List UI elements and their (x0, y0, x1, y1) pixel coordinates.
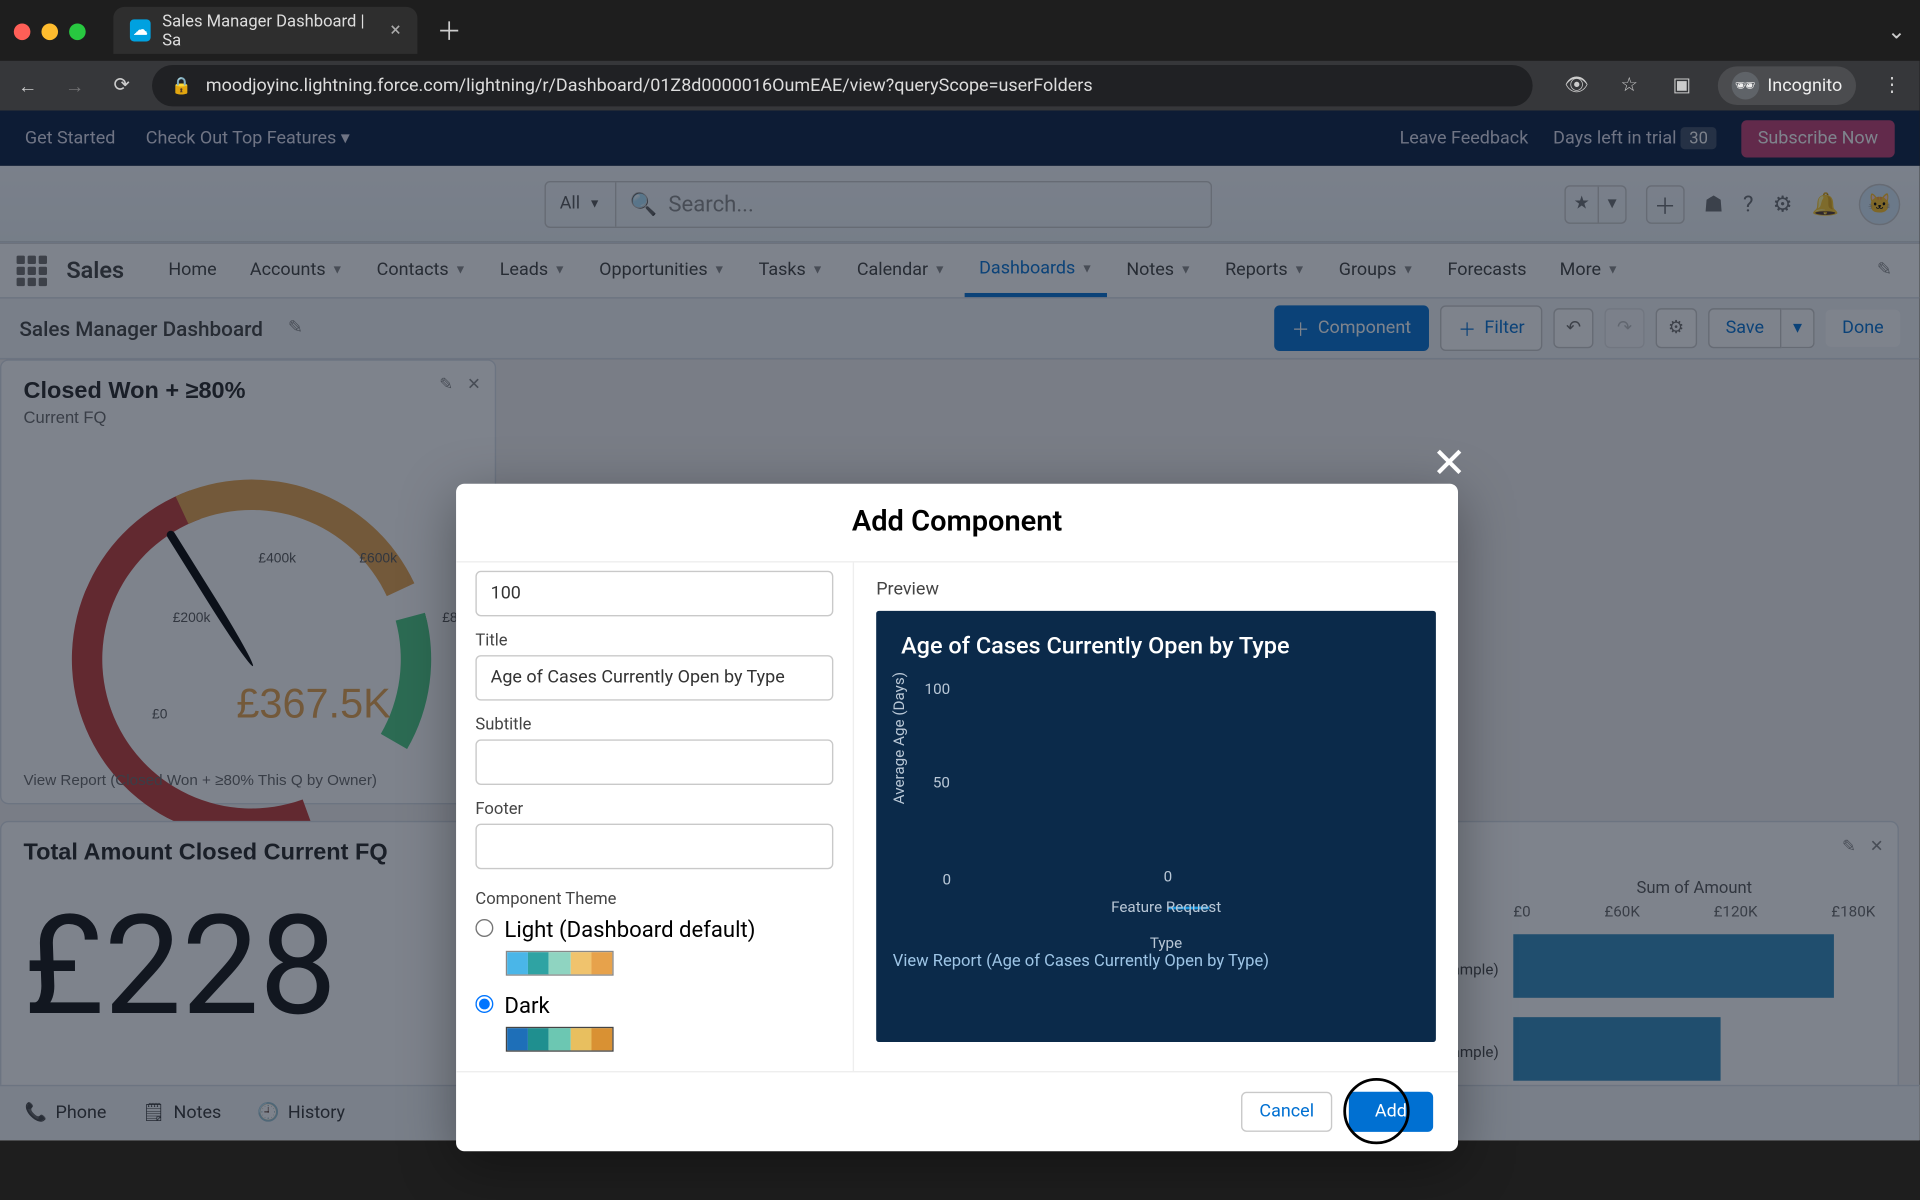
x-axis-label: Type (1150, 934, 1182, 952)
incognito-icon: 🕶 (1731, 72, 1759, 100)
light-palette-icon (506, 951, 614, 976)
preview-view-report-link[interactable]: View Report (Age of Cases Currently Open… (893, 951, 1269, 970)
y-tick: 100 (925, 680, 951, 698)
theme-label: Component Theme (475, 889, 833, 908)
modal-footer: Cancel Add (456, 1071, 1458, 1151)
incognito-label: Incognito (1767, 75, 1842, 96)
new-tab-button[interactable]: ＋ (437, 12, 462, 48)
theme-light-radio[interactable]: Light (Dashboard default) (475, 916, 833, 942)
dark-palette-icon (506, 1027, 614, 1052)
modal-title: Add Component (456, 484, 1458, 563)
traffic-lights (14, 23, 86, 40)
component-subtitle-input[interactable] (475, 739, 833, 785)
preview-chart-title: Age of Cases Currently Open by Type (901, 633, 1411, 661)
url-text: moodjoyinc.lightning.force.com/lightning… (206, 75, 1093, 96)
preview-chart: Age of Cases Currently Open by Type Aver… (876, 611, 1436, 1042)
browser-tab[interactable]: ☁ Sales Manager Dashboard | Sa × (113, 7, 417, 54)
cancel-button[interactable]: Cancel (1241, 1092, 1332, 1132)
close-modal-icon[interactable]: ✕ (1432, 439, 1467, 487)
maximize-window-icon[interactable] (69, 23, 86, 40)
max-value-input[interactable] (475, 571, 833, 617)
close-window-icon[interactable] (14, 23, 31, 40)
y-tick: 0 (943, 871, 952, 889)
y-tick: 50 (933, 774, 950, 792)
salesforce-favicon-icon: ☁ (130, 19, 151, 41)
add-component-modal: Add Component Title Subtitle Footer Comp… (456, 484, 1458, 1152)
browser-toolbar: ← → ⟳ 🔒 moodjoyinc.lightning.force.com/l… (0, 61, 1920, 111)
preview-label: Preview (876, 579, 1436, 600)
macos-titlebar: ☁ Sales Manager Dashboard | Sa × ＋ ⌄ (0, 0, 1920, 61)
component-footer-input[interactable] (475, 824, 833, 870)
title-label: Title (475, 630, 833, 649)
bar-value-label: 0 (1164, 868, 1173, 886)
kebab-menu-icon[interactable]: ⋮ (1875, 75, 1908, 97)
back-button[interactable]: ← (11, 74, 44, 97)
component-title-input[interactable] (475, 655, 833, 701)
x-category: Feature Request (1111, 898, 1221, 916)
theme-dark-radio[interactable]: Dark (475, 992, 833, 1018)
address-bar[interactable]: 🔒 moodjoyinc.lightning.force.com/lightni… (152, 65, 1532, 106)
eye-off-icon[interactable]: 👁 (1560, 75, 1593, 97)
minimize-window-icon[interactable] (41, 23, 58, 40)
incognito-indicator[interactable]: 🕶 Incognito (1718, 66, 1856, 105)
panel-icon[interactable]: ▣ (1665, 75, 1698, 97)
forward-button: → (58, 74, 91, 97)
tabs-dropdown-icon[interactable]: ⌄ (1887, 17, 1906, 43)
modal-preview-panel: Preview Age of Cases Currently Open by T… (854, 562, 1458, 1071)
footer-label: Footer (475, 799, 833, 818)
subtitle-label: Subtitle (475, 714, 833, 733)
bookmark-star-icon[interactable]: ☆ (1613, 75, 1646, 97)
reload-button[interactable]: ⟳ (105, 75, 138, 97)
close-tab-icon[interactable]: × (390, 19, 400, 41)
modal-form-panel: Title Subtitle Footer Component Theme Li… (456, 562, 854, 1071)
tab-title: Sales Manager Dashboard | Sa (162, 11, 379, 50)
lock-icon: 🔒 (171, 76, 192, 95)
y-axis-label: Average Age (Days) (890, 673, 908, 805)
add-button[interactable]: Add (1349, 1092, 1434, 1132)
